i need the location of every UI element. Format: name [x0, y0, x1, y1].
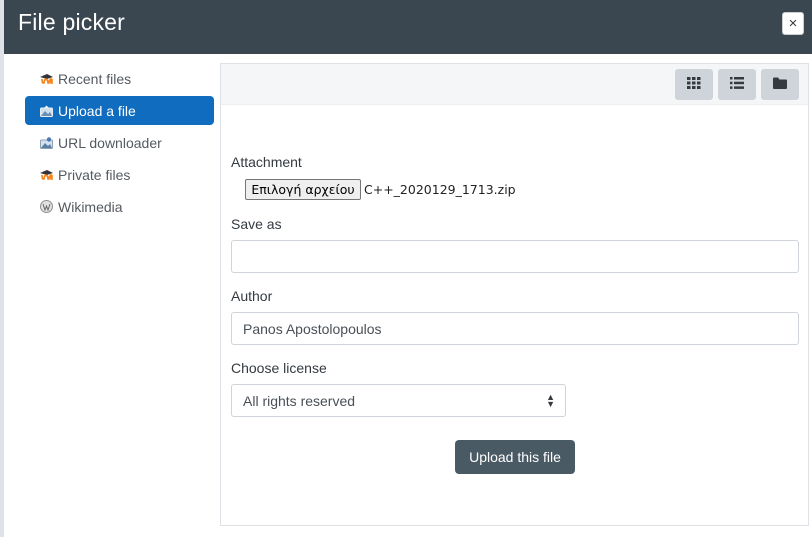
moodle-icon	[40, 72, 53, 85]
background-page-strip	[0, 0, 4, 537]
upload-file-button[interactable]: Upload this file	[455, 440, 575, 474]
license-selected-value: All rights reserved	[243, 392, 356, 409]
grid-view-button[interactable]	[675, 69, 713, 100]
select-arrows-icon: ▲ ▼	[546, 392, 555, 409]
author-label: Author	[231, 288, 273, 304]
sidebar-item-label: Upload a file	[58, 102, 136, 119]
sidebar-item-url-downloader[interactable]: URL downloader	[25, 128, 214, 157]
sidebar-item-label: Recent files	[58, 70, 132, 87]
save-as-input[interactable]	[231, 240, 799, 273]
author-input[interactable]: Panos Apostolopoulos	[231, 312, 799, 345]
close-button[interactable]: ×	[782, 12, 804, 35]
license-label: Choose license	[231, 360, 327, 376]
folder-view-icon	[773, 76, 787, 94]
sidebar-item-private-files[interactable]: Private files	[25, 160, 214, 189]
selected-file-name: C++_2020129_1713.zip	[364, 182, 516, 197]
upload-icon	[40, 104, 53, 117]
save-as-label: Save as	[231, 216, 282, 232]
attachment-label: Attachment	[231, 154, 302, 170]
sidebar-item-wikimedia[interactable]: Wikimedia	[25, 192, 214, 221]
list-view-icon	[730, 76, 744, 94]
grid-view-icon	[687, 76, 701, 94]
download-icon	[40, 136, 53, 149]
list-view-button[interactable]	[718, 69, 756, 100]
repository-sidebar: Recent files Upload a file URL downloade…	[25, 64, 214, 224]
sidebar-item-label: Wikimedia	[58, 198, 123, 215]
license-select[interactable]: All rights reserved ▲ ▼	[231, 384, 566, 417]
view-toolbar	[221, 64, 808, 105]
folder-view-button[interactable]	[761, 69, 799, 100]
upload-panel: Attachment Επιλογή αρχείου C++_2020129_1…	[220, 63, 809, 526]
wikimedia-icon	[40, 200, 53, 213]
sidebar-item-label: Private files	[58, 166, 131, 183]
sidebar-item-label: URL downloader	[58, 134, 162, 151]
dialog-header: File picker ×	[4, 0, 812, 54]
sidebar-item-recent-files[interactable]: Recent files	[25, 64, 214, 93]
dialog-title: File picker	[18, 9, 126, 35]
moodle-icon	[40, 168, 53, 181]
sidebar-item-upload-a-file[interactable]: Upload a file	[25, 96, 214, 125]
choose-file-button[interactable]: Επιλογή αρχείου	[245, 179, 361, 200]
